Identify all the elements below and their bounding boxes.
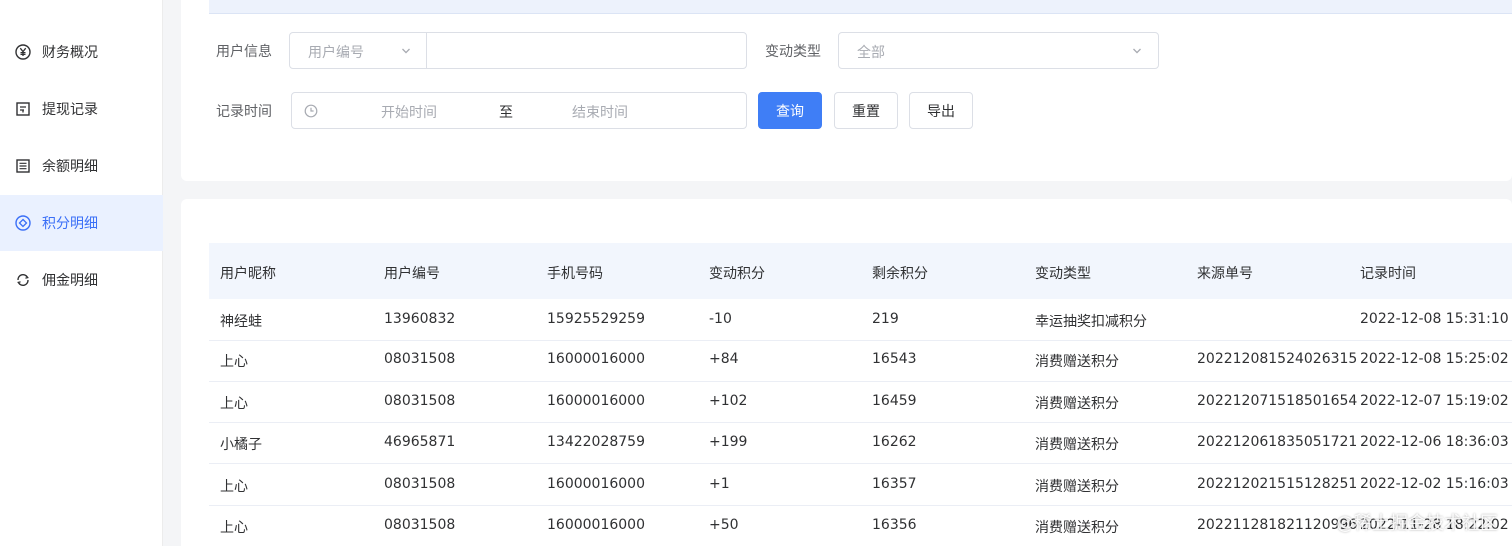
chevron-down-icon [1133,48,1141,54]
column-header-user-id: 用户编号 [384,266,440,282]
table-cell-points-change: +199 [709,434,748,450]
user-field-select[interactable]: 用户编号 [289,32,427,69]
column-header-points-remaining: 剩余积分 [872,266,928,282]
sidebar-item-commission-detail[interactable]: 佣金明细 [0,252,163,308]
sidebar-item-label: 积分明细 [42,216,98,232]
top-info-strip [209,0,1512,14]
table-cell-points-change: +1 [709,476,730,492]
range-separator: 至 [499,105,513,121]
change-type-select[interactable]: 全部 [838,32,1159,69]
table-cell-change-type: 消费赠送积分 [1035,437,1119,453]
chevron-down-icon [402,48,410,54]
table-cell-phone: 16000016000 [547,351,645,367]
start-time-input[interactable]: 开始时间 [381,102,437,122]
table-cell-source-order-no: 202212081524026315 [1197,351,1358,367]
table-cell-phone: 16000016000 [547,393,645,409]
search-button[interactable]: 查询 [758,92,822,129]
table-cell-record-time: 2022-12-08 15:25:02 [1360,351,1509,367]
table-cell-user-id: 08031508 [384,517,456,533]
table-cell-record-time: 2022-12-02 15:16:03 [1360,476,1509,492]
sidebar-item-label: 佣金明细 [42,273,98,289]
sidebar: 财务概况 提现记录 余额明细 积分明细 佣金明细 [0,0,163,546]
table-cell-points-remaining: 219 [872,311,899,327]
table-cell-source-order-no: 202212061835051721 [1197,434,1358,450]
points-icon [14,214,32,232]
table-cell-record-time: 2022-12-08 15:31:10 [1360,311,1509,327]
table-cell-user-id: 13960832 [384,311,456,327]
table-cell-source-order-no: 202212021515128251 [1197,476,1358,492]
table-cell-source-order-no: 202212071518501654 [1197,393,1358,409]
row-divider [209,340,1512,341]
table-cell-points-remaining: 16543 [872,351,917,367]
table-cell-nickname: 上心 [220,520,248,536]
column-header-nickname: 用户昵称 [220,266,276,282]
table-cell-points-remaining: 16459 [872,393,917,409]
table-cell-user-id: 08031508 [384,351,456,367]
column-header-points-change: 变动积分 [709,266,765,282]
table-cell-change-type: 消费赠送积分 [1035,479,1119,495]
export-button[interactable]: 导出 [909,92,973,129]
table-cell-points-change: +102 [709,393,748,409]
row-divider [209,381,1512,382]
table-cell-nickname: 小橘子 [220,437,262,453]
change-type-label: 变动类型 [765,44,821,60]
table-cell-points-remaining: 16357 [872,476,917,492]
row-divider [209,505,1512,506]
sidebar-item-balance-detail[interactable]: 余额明细 [0,138,163,194]
table-cell-points-change: +84 [709,351,739,367]
withdraw-record-icon [14,100,32,118]
table-cell-change-type: 幸运抽奖扣减积分 [1035,314,1147,330]
watermark: @稀土掘金技术社区 [1336,513,1498,534]
table-cell-points-remaining: 16262 [872,434,917,450]
sidebar-item-finance-overview[interactable]: 财务概况 [0,24,163,80]
table-cell-points-change: +50 [709,517,739,533]
user-info-label: 用户信息 [216,44,272,60]
table-cell-points-remaining: 16356 [872,517,917,533]
table-cell-nickname: 上心 [220,396,248,412]
sidebar-item-points-detail[interactable]: 积分明细 [0,195,163,251]
end-time-input[interactable]: 结束时间 [572,102,628,122]
user-keyword-input[interactable] [426,32,747,69]
table-cell-change-type: 消费赠送积分 [1035,396,1119,412]
table-cell-change-type: 消费赠送积分 [1035,520,1119,536]
table-cell-record-time: 2022-12-06 18:36:03 [1360,434,1509,450]
table-cell-phone: 15925529259 [547,311,645,327]
table-cell-change-type: 消费赠送积分 [1035,354,1119,370]
column-header-phone: 手机号码 [547,266,603,282]
list-detail-icon [14,157,32,175]
table-cell-phone: 13422028759 [547,434,645,450]
table-cell-phone: 16000016000 [547,517,645,533]
column-header-source-order-no: 来源单号 [1197,266,1253,282]
table-cell-source-order-no: 202211281821120996 [1197,517,1358,533]
row-divider [209,422,1512,423]
column-header-record-time: 记录时间 [1360,266,1416,282]
filter-panel [181,0,1512,181]
date-range-picker[interactable]: 开始时间 至 结束时间 [291,92,747,129]
table-cell-user-id: 08031508 [384,393,456,409]
user-field-select-value: 用户编号 [308,45,364,61]
clock-icon [304,104,318,118]
table-cell-nickname: 神经蛙 [220,314,262,330]
table-cell-phone: 16000016000 [547,476,645,492]
reset-button[interactable]: 重置 [834,92,898,129]
column-header-change-type: 变动类型 [1035,266,1091,282]
commission-icon [14,271,32,289]
change-type-value: 全部 [857,45,885,61]
table-cell-points-change: -10 [709,311,732,327]
record-time-label: 记录时间 [216,104,272,120]
sidebar-item-label: 财务概况 [42,45,98,61]
table-cell-user-id: 46965871 [384,434,456,450]
table-cell-user-id: 08031508 [384,476,456,492]
sidebar-item-withdraw-record[interactable]: 提现记录 [0,81,163,137]
table-cell-nickname: 上心 [220,354,248,370]
table-cell-nickname: 上心 [220,479,248,495]
table-cell-record-time: 2022-12-07 15:19:02 [1360,393,1509,409]
sidebar-item-label: 提现记录 [42,102,98,118]
sidebar-item-label: 余额明细 [42,159,98,175]
yen-circle-icon [14,43,32,61]
row-divider [209,463,1512,464]
